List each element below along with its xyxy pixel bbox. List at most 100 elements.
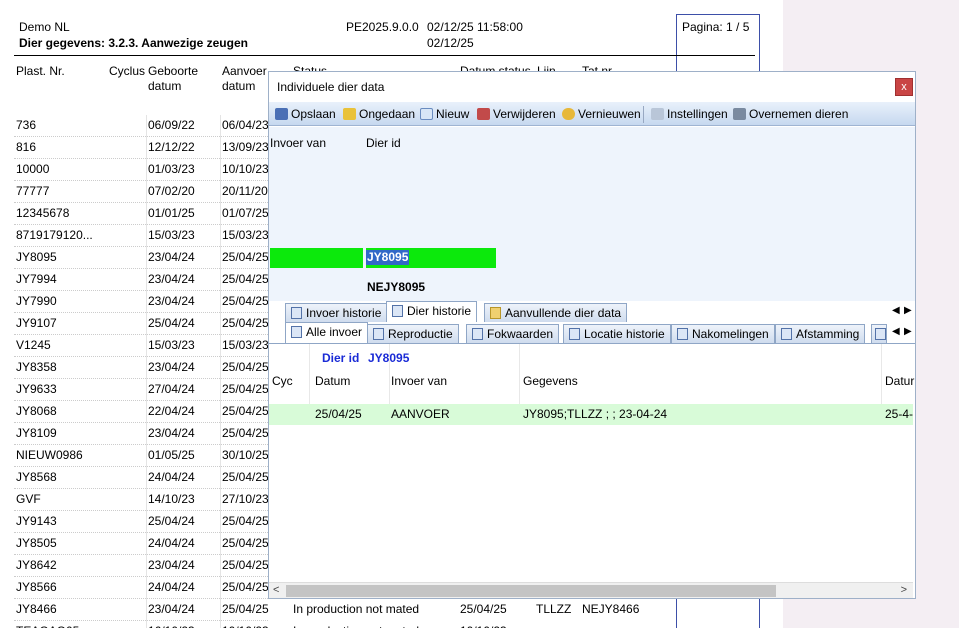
scroll-right-icon[interactable]: > [901, 584, 907, 596]
cell-geboortedatum: 24/04/24 [148, 536, 195, 550]
cell-plast-nr: JY7994 [16, 272, 57, 286]
cell-plast-nr: JY8568 [16, 470, 57, 484]
input-panel: Invoer van Dier id JY8095 NEJY8095 [269, 127, 915, 301]
cell-geboortedatum: 12/12/22 [148, 140, 195, 154]
cell-datum: 25/04/25 [315, 407, 362, 421]
tab-aanvullende-dier-data[interactable]: Aanvullende dier data [484, 303, 628, 322]
cell-aanvoerdatum: 25/04/25 [222, 382, 269, 396]
invoer-van-label: Invoer van [270, 136, 327, 150]
cell-geboortedatum: 01/01/25 [148, 206, 195, 220]
list-icon [875, 328, 886, 340]
tab-reproductie[interactable]: Reproductie [367, 324, 459, 343]
table-row: JY8466 23/04/24 25/04/25 In production not … [14, 599, 674, 621]
cell-geboortedatum: 23/04/24 [148, 360, 195, 374]
grid-header-datum[interactable]: Datum [315, 374, 350, 388]
grid-divider [881, 344, 882, 404]
cell-plast-nr: JY8109 [16, 426, 57, 440]
cell-plast-nr: GVF [16, 492, 41, 506]
col-aanvoer: Aanvoer datum [222, 64, 267, 93]
cell-plast-nr: JY8566 [16, 580, 57, 594]
report-page-label: Pagina: 1 / 5 [682, 20, 750, 34]
tab-alle-invoer[interactable]: Alle invoer [285, 322, 369, 343]
tab-locatie-historie[interactable]: Locatie historie [563, 324, 671, 343]
tab-dier-historie[interactable]: Dier historie [386, 301, 478, 322]
tab-invoer-historie[interactable]: Invoer historie [285, 303, 388, 322]
table-row: TEAGAO05 16/10/23 10/10/23 In production no… [14, 621, 674, 628]
history-icon [291, 307, 302, 319]
take-over-animals-button[interactable]: Overnemen dieren [733, 107, 848, 123]
grid-divider [309, 344, 310, 404]
history-dier-id-label: Dier id [322, 351, 360, 365]
cell-plast-nr: 736 [16, 118, 37, 132]
cell-aanvoerdatum: 25/04/25 [222, 536, 269, 550]
cell-plast-nr: JY8642 [16, 558, 57, 572]
main-tab-strip: Invoer historie Dier historie Aanvullend… [269, 301, 915, 322]
list-icon [781, 328, 792, 340]
report-print-datetime: 02/12/25 11:58:00 [427, 20, 523, 34]
cell-geboortedatum: 23/04/24 [148, 558, 195, 572]
cell-geboortedatum: 07/02/20 [148, 184, 195, 198]
cell-plast-nr: JY8505 [16, 536, 57, 550]
cell-plast-nr: JY8068 [16, 404, 57, 418]
settings-button[interactable]: Instellingen [651, 107, 728, 123]
cell-geboortedatum: 24/04/24 [148, 580, 195, 594]
cell-plast-nr: JY8358 [16, 360, 57, 374]
cell-plast-nr: JY8466 [16, 602, 57, 616]
undo-button[interactable]: Ongedaan [343, 107, 415, 123]
dialog-title-bar[interactable]: Individuele dier data x [269, 72, 915, 100]
cell-aanvoerdatum: 25/04/25 [222, 294, 269, 308]
cell-aanvoerdatum: 25/04/25 [222, 426, 269, 440]
delete-button[interactable]: Verwijderen [477, 107, 556, 123]
tab-fokwaarden[interactable]: Fokwaarden [466, 324, 560, 343]
scroll-left-icon[interactable]: < [273, 584, 279, 596]
col-geboorte: Geboorte datum [148, 64, 199, 93]
cell-plast-nr: NIEUW0986 [16, 448, 83, 462]
cell-aanvoerdatum: 25/04/25 [222, 580, 269, 594]
tab-nakomelingen[interactable]: Nakomelingen [671, 324, 775, 343]
table-row[interactable]: 25/04/25 AANVOER JY8095;TLLZZ ; ; 23-04-… [269, 404, 913, 425]
cell-geboortedatum: 15/03/23 [148, 228, 195, 242]
cell-geboortedatum: 23/04/24 [148, 426, 195, 440]
report-company: Demo NL [19, 20, 70, 34]
dier-id-value[interactable]: JY8095 [366, 250, 410, 265]
grid-header-gegevens[interactable]: Gegevens [523, 374, 578, 388]
subtab-scroll-left-icon[interactable]: ◀ [892, 326, 900, 337]
close-button[interactable]: x [895, 78, 913, 96]
cell-gegevens: JY8095;TLLZZ ; ; 23-04-24 [523, 407, 668, 421]
scrollbar-thumb[interactable] [286, 585, 776, 597]
cell-geboortedatum: 25/04/24 [148, 514, 195, 528]
cell-geboortedatum: 15/03/23 [148, 338, 195, 352]
cell-datum-status: 25/04/25 [460, 602, 507, 616]
cell-status: In production not mated [293, 624, 419, 628]
invoer-van-field[interactable] [270, 248, 363, 268]
new-icon [420, 108, 433, 120]
cell-aanvoerdatum: 25/04/25 [222, 250, 269, 264]
tab-afstamming[interactable]: Afstamming [775, 324, 866, 343]
grid-header-datum2[interactable]: Datur [885, 374, 914, 388]
header-rule [14, 55, 755, 56]
grid-header-invoer-van[interactable]: Invoer van [391, 374, 447, 388]
grid-header-cyc[interactable]: Cyc [272, 374, 293, 388]
cell-plast-nr: 10000 [16, 162, 50, 176]
animals-icon [733, 108, 746, 120]
cell-aanvoerdatum: 15/03/23 [222, 228, 269, 242]
col-plast-nr: Plast. Nr. [16, 64, 65, 78]
tab-overflow[interactable] [871, 324, 887, 343]
save-button[interactable]: Opslaan [275, 107, 336, 123]
subtab-scroll-right-icon[interactable]: ▶ [904, 326, 912, 337]
refresh-button[interactable]: Vernieuwen [562, 107, 641, 123]
new-button[interactable]: Nieuw [420, 107, 469, 123]
tab-scroll-left-icon[interactable]: ◀ [892, 305, 900, 316]
delete-icon [477, 108, 490, 120]
save-icon [275, 108, 288, 120]
tab-scroll-right-icon[interactable]: ▶ [904, 305, 912, 316]
cell-plast-nr: V1245 [16, 338, 51, 352]
grid-divider [519, 344, 520, 404]
cell-plast-nr: 12345678 [16, 206, 70, 220]
cell-geboortedatum: 27/04/24 [148, 382, 195, 396]
report-title: Dier gegevens: 3.2.3. Aanwezige zeugen [19, 36, 248, 50]
cell-aanvoerdatum: 25/04/25 [222, 272, 269, 286]
horizontal-scrollbar[interactable]: < > [269, 582, 913, 598]
cell-aanvoerdatum: 30/10/25 [222, 448, 269, 462]
cell-plast-nr: 77777 [16, 184, 50, 198]
